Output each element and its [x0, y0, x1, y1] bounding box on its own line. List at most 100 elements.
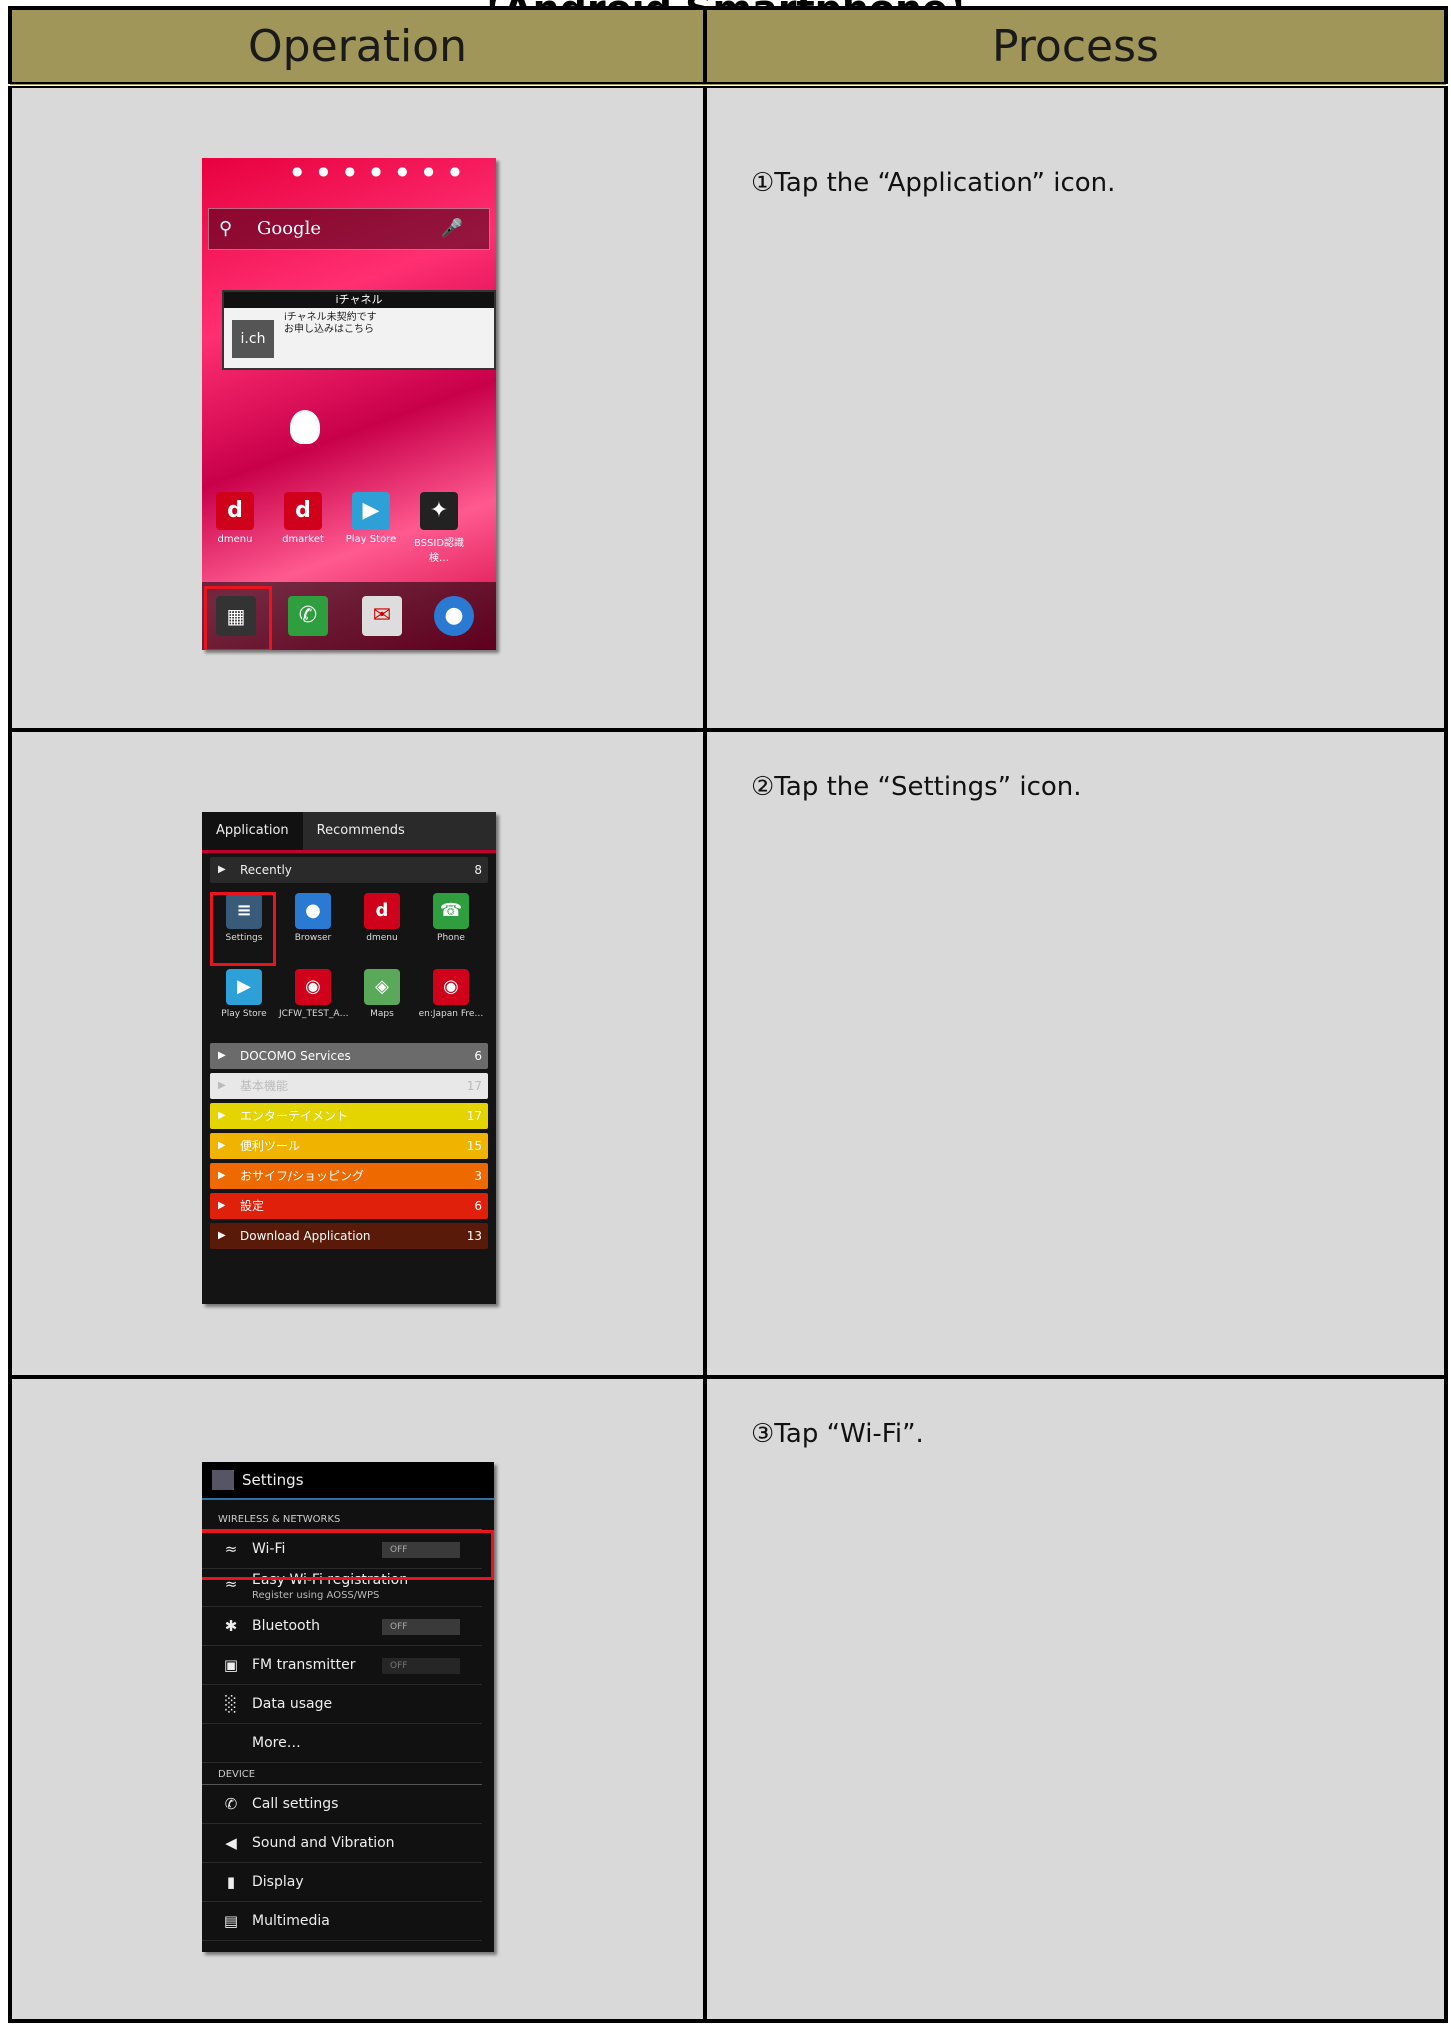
recently-count: 8 [474, 863, 482, 877]
app-group-0: DOCOMO Services 6 [210, 1043, 488, 1069]
grid-app-icon: ◉ [295, 969, 331, 1005]
process-cell-3: ③Tap “Wi-Fi”. [703, 1375, 1448, 2023]
fm-icon: ▣ [223, 1656, 239, 1674]
fm-row: ▣ FM transmitter OFF [202, 1646, 482, 1685]
ichannel-widget: iチャネル i.ch iチャネル未契約です お申し込みはこちら [222, 290, 496, 370]
operation-cell-2: ApplicationRecommends Recently 8 ≡Settin… [8, 728, 707, 1379]
app-group-label: DOCOMO Services [240, 1049, 351, 1063]
widget-text-1: iチャネル未契約です [284, 312, 377, 323]
app-group-count: 6 [474, 1199, 482, 1213]
mail-icon: ✉ [362, 596, 402, 636]
easy-wifi-sub: Register using AOSS/WPS [252, 1590, 380, 1601]
app-group-count: 3 [474, 1169, 482, 1183]
tab-application: Application [202, 812, 303, 850]
grid-app-label: en:Japan Fre… [418, 1009, 484, 1019]
header-process: Process [703, 6, 1448, 88]
app-group-count: 17 [466, 1079, 482, 1093]
app-group-label: Download Application [240, 1229, 371, 1243]
recently-label: Recently [240, 863, 292, 877]
highlight-wifi-row [202, 1530, 494, 1580]
app-group-5: 設定 6 [210, 1193, 488, 1219]
sound-label: Sound and Vibration [252, 1835, 395, 1851]
settings-title: Settings [242, 1471, 304, 1489]
call-settings-row: ✆ Call settings [202, 1785, 482, 1824]
grid-app-icon: ▶ [226, 969, 262, 1005]
app-label-1: dmarket [282, 534, 324, 545]
app-group-label: おサイフ/ショッピング [240, 1169, 365, 1183]
app-icon-0: d [216, 492, 254, 530]
data-usage-label: Data usage [252, 1696, 333, 1712]
data-usage-icon: ░ [225, 1695, 237, 1713]
instruction-table: Operation Process ● ● ● ● ● ● ● ⚲ Google… [8, 6, 1448, 2023]
highlight-settings-icon [210, 892, 276, 966]
settings-header: Settings [202, 1462, 494, 1500]
tab-recommends: Recommends [316, 823, 405, 838]
film-icon: ▤ [223, 1912, 239, 1930]
operation-cell-3: Settings WIRELESS & NETWORKS ≈ Wi-Fi OFF ≈… [8, 1375, 707, 2023]
bluetooth-icon: ✱ [224, 1617, 238, 1635]
page-indicator: ● ● ● ● ● ● ● [292, 164, 467, 178]
section-device: DEVICE [202, 1763, 482, 1785]
search-label: Google [257, 218, 321, 239]
speaker-icon: ◀ [225, 1834, 237, 1852]
step-1-text: ①Tap the “Application” icon. [751, 168, 1116, 198]
grid-app-1-1: ◉ JCFW_TEST_A… [279, 963, 349, 1019]
home-screen-screenshot: ● ● ● ● ● ● ● ⚲ Google 🎤 iチャネル i.ch iチャネ… [202, 158, 496, 650]
widget-text-2: お申し込みはこちら [284, 324, 374, 335]
process-cell-1: ①Tap the “Application” icon. [703, 83, 1448, 732]
mascot-icon [290, 410, 320, 444]
grid-app-label: dmenu [366, 933, 398, 943]
grid-app-label: Play Store [221, 1009, 267, 1019]
app-group-6: Download Application 13 [210, 1223, 488, 1249]
app-tabs: Application Recommends [202, 812, 496, 853]
call-settings-label: Call settings [252, 1796, 339, 1812]
bluetooth-toggle: OFF [382, 1619, 460, 1635]
app-group-count: 17 [466, 1109, 482, 1123]
app-group-1: 基本機能 17 [210, 1073, 488, 1099]
app-group-count: 13 [466, 1229, 482, 1243]
settings-screenshot: Settings WIRELESS & NETWORKS ≈ Wi-Fi OFF ≈… [202, 1462, 494, 1952]
header-operation: Operation [8, 6, 707, 88]
grid-app-icon: ◈ [364, 969, 400, 1005]
grid-app-icon: ◉ [433, 969, 469, 1005]
app-group-label: 基本機能 [240, 1079, 289, 1093]
app-label-3: BSSID認識検… [413, 538, 465, 564]
grid-app-icon: ● [295, 893, 331, 929]
display-label: Display [252, 1874, 304, 1890]
browser-icon: ● [434, 596, 474, 636]
app-group-label: 便利ツール [240, 1139, 301, 1153]
process-cell-2: ②Tap the “Settings” icon. [703, 728, 1448, 1379]
operation-cell-1: ● ● ● ● ● ● ● ⚲ Google 🎤 iチャネル i.ch iチャネ… [8, 83, 707, 732]
grid-app-0-2: d dmenu [348, 887, 416, 943]
app-group-2: エンターテイメント 17 [210, 1103, 488, 1129]
step-2-text: ②Tap the “Settings” icon. [751, 772, 1082, 802]
app-group-3: 便利ツール 15 [210, 1133, 488, 1159]
grid-app-0-1: ● Browser [279, 887, 347, 943]
section-wireless: WIRELESS & NETWORKS [202, 1500, 482, 1530]
grid-app-label: Phone [437, 933, 465, 943]
more-row: More… [202, 1724, 482, 1763]
app-group-label: エンターテイメント [240, 1109, 349, 1123]
phone-icon: ✆ [288, 596, 328, 636]
fm-label: FM transmitter [252, 1657, 356, 1673]
bluetooth-label: Bluetooth [252, 1618, 320, 1634]
settings-icon [212, 1470, 234, 1490]
app-group-label: 設定 [240, 1199, 265, 1213]
app-icon-1: d [284, 492, 322, 530]
step-3-text: ③Tap “Wi-Fi”. [751, 1419, 924, 1449]
app-group-count: 15 [466, 1139, 482, 1153]
grid-app-1-3: ◉ en:Japan Fre… [417, 963, 485, 1019]
app-list-screenshot: ApplicationRecommends Recently 8 ≡Settin… [202, 812, 496, 1304]
app-group-count: 6 [474, 1049, 482, 1063]
highlight-application-icon [204, 586, 272, 650]
grid-app-icon: ☎ [433, 893, 469, 929]
call-icon: ✆ [224, 1795, 238, 1813]
widget-title: iチャネル [224, 292, 494, 308]
grid-app-label: Maps [370, 1009, 394, 1019]
google-search-widget: ⚲ Google 🎤 [208, 208, 490, 250]
app-group-4: おサイフ/ショッピング 3 [210, 1163, 488, 1189]
grid-app-1-2: ◈ Maps [348, 963, 416, 1019]
grid-app-label: JCFW_TEST_A… [279, 1009, 349, 1019]
grid-app-0-3: ☎ Phone [417, 887, 485, 943]
app-icon-2: ▶ [352, 492, 390, 530]
